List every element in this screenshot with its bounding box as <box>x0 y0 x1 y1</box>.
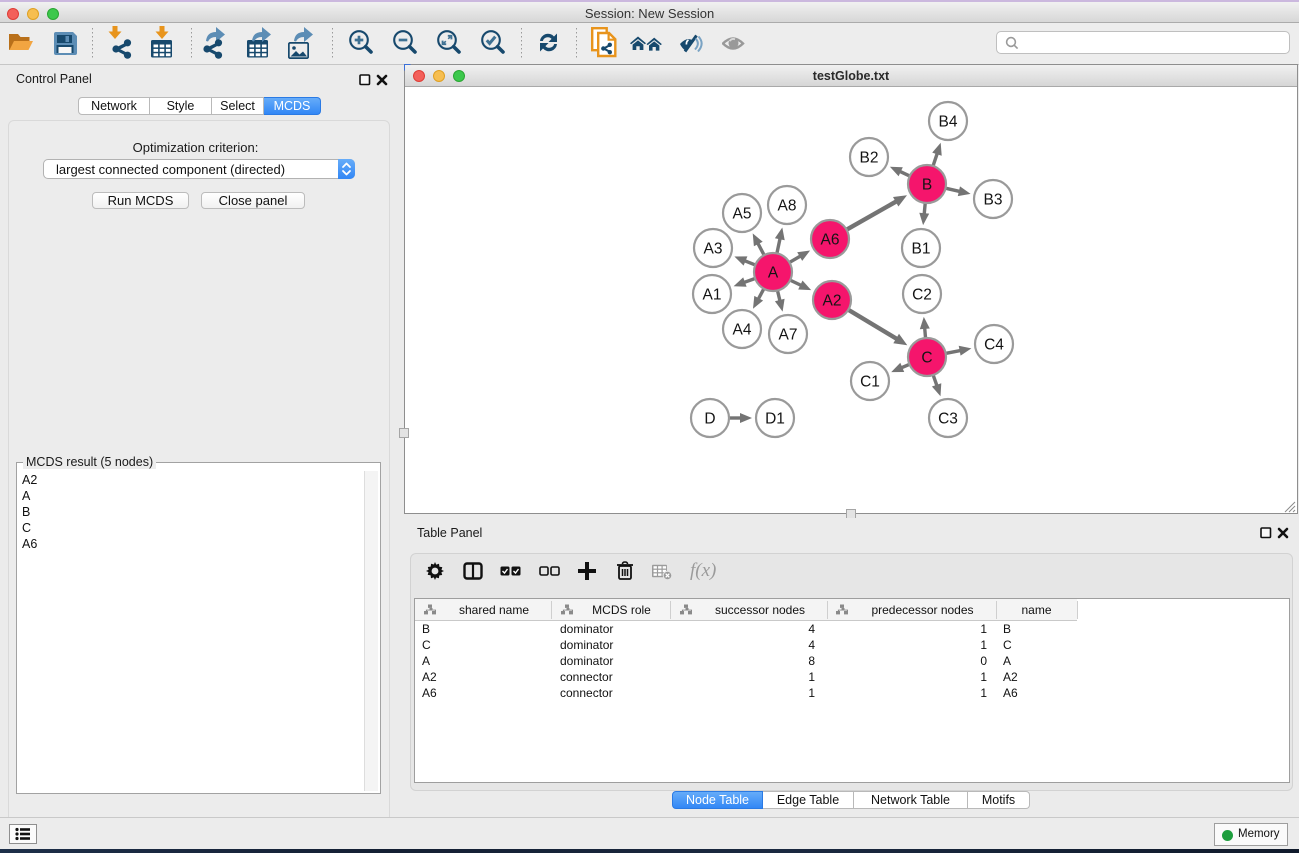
svg-text:A8: A8 <box>778 197 797 214</box>
svg-text:C3: C3 <box>938 410 958 427</box>
svg-text:A4: A4 <box>733 321 752 338</box>
svg-text:B1: B1 <box>912 240 931 257</box>
svg-text:A2: A2 <box>823 292 842 309</box>
svg-text:C: C <box>921 349 932 366</box>
svg-text:C2: C2 <box>912 286 932 303</box>
svg-text:A7: A7 <box>779 326 798 343</box>
svg-text:B3: B3 <box>984 191 1003 208</box>
svg-text:D1: D1 <box>765 410 785 427</box>
svg-text:A3: A3 <box>704 240 723 257</box>
svg-text:A: A <box>768 264 779 281</box>
svg-text:B2: B2 <box>860 149 879 166</box>
svg-text:B4: B4 <box>939 113 958 130</box>
svg-text:B: B <box>922 176 932 193</box>
svg-text:C1: C1 <box>860 373 880 390</box>
svg-text:A5: A5 <box>733 205 752 222</box>
svg-text:A1: A1 <box>703 286 722 303</box>
svg-text:f(x): f(x) <box>690 560 716 581</box>
svg-text:C4: C4 <box>984 336 1004 353</box>
svg-text:D: D <box>704 410 715 427</box>
svg-text:A6: A6 <box>821 231 840 248</box>
